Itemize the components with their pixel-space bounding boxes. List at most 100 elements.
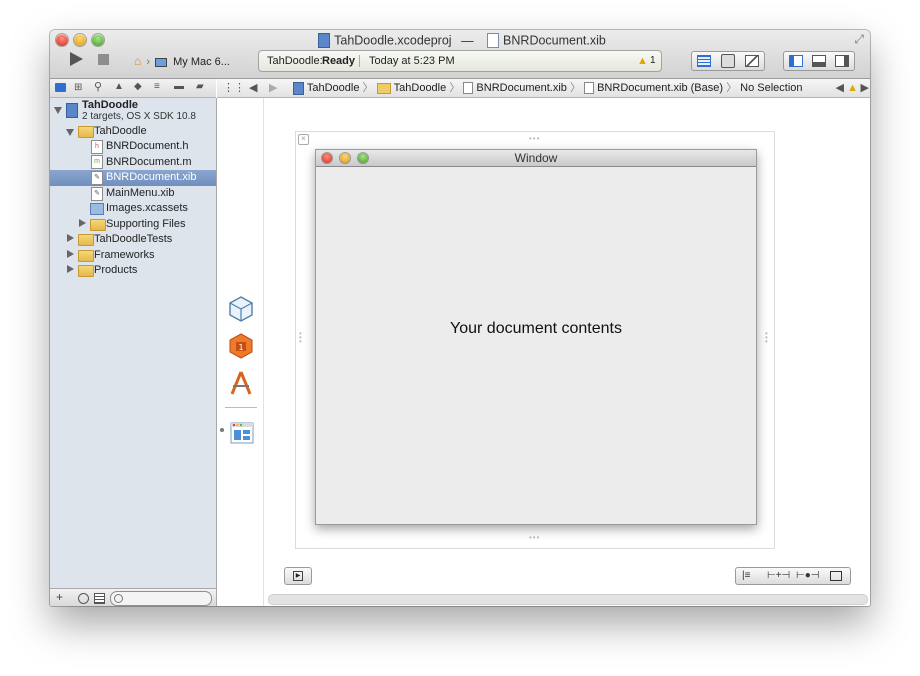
nav-item-file[interactable]: Images.xcassets xyxy=(106,201,188,216)
back-arrow-icon[interactable]: ◀ xyxy=(249,79,257,97)
document-contents-label[interactable]: Your document contents xyxy=(316,320,756,338)
breadcrumb-localization[interactable]: BNRDocument.xib (Base) xyxy=(597,82,723,94)
breadcrumb-selection[interactable]: No Selection xyxy=(740,82,802,94)
minimize-button xyxy=(340,153,350,163)
breadcrumb-group[interactable]: TahDoodle xyxy=(394,82,447,94)
forward-arrow-icon[interactable]: ▶ xyxy=(269,79,277,97)
title-separator: — xyxy=(461,33,474,48)
related-items-icon[interactable]: ⋮⋮ xyxy=(223,79,245,97)
add-file-button[interactable]: + xyxy=(56,590,63,604)
disclosure-triangle-icon[interactable] xyxy=(67,234,74,242)
chevron-right-icon: 〉 xyxy=(569,82,581,94)
project-file-title: TahDoodle.xcodeproj xyxy=(334,33,452,48)
document-outline-dock: 1 xyxy=(217,98,264,606)
resolve-issues-icon[interactable]: ⊢●⊣ xyxy=(796,570,819,581)
recent-files-icon[interactable] xyxy=(78,593,89,604)
version-editor-icon[interactable] xyxy=(745,55,759,67)
app-target-icon: ⌂ xyxy=(134,54,142,68)
nav-item-group[interactable]: TahDoodle xyxy=(94,124,147,139)
run-button[interactable] xyxy=(70,52,83,66)
xib-file-icon xyxy=(584,82,595,95)
scheme-destination: My Mac 6... xyxy=(173,56,230,68)
toolbar: TahDoodle.xcodeproj — BNRDocument.xib ⤢ … xyxy=(50,30,870,79)
previous-issue-icon[interactable]: ◀ xyxy=(836,79,844,97)
navigator-filter-bar: + xyxy=(50,588,217,606)
scheme-popup[interactable]: ⌂ › My Mac 6... xyxy=(134,53,230,69)
autolayout-controls: |≡ ⊢+⊣ ⊢●⊣ xyxy=(735,567,851,585)
nav-item-file[interactable]: BNRDocument.m xyxy=(106,155,192,170)
warning-icon[interactable]: ▲ xyxy=(847,79,858,97)
xcodeproj-icon xyxy=(318,33,331,49)
placeholder-files-owner-icon[interactable] xyxy=(229,296,253,322)
breadcrumb-project[interactable]: TahDoodle xyxy=(307,82,360,94)
first-responder-icon[interactable]: 1 xyxy=(229,333,253,359)
resize-handle-right[interactable]: • • • xyxy=(765,330,768,346)
resizing-behavior-icon[interactable] xyxy=(830,571,842,581)
expand-indicator-icon[interactable] xyxy=(220,428,224,432)
svg-text:1: 1 xyxy=(238,343,243,352)
utilities-toggle-icon[interactable] xyxy=(835,55,849,67)
open-file-title: BNRDocument.xib xyxy=(503,33,606,48)
test-navigator-icon[interactable]: ◆ xyxy=(134,81,142,92)
nav-item-group[interactable]: Products xyxy=(94,263,137,278)
resize-handle-top[interactable]: ••• xyxy=(529,134,540,143)
resize-handle-bottom[interactable]: ••• xyxy=(529,533,540,542)
assistant-editor-icon[interactable] xyxy=(721,54,735,68)
next-issue-icon[interactable]: ▶ xyxy=(861,79,869,97)
warning-icon[interactable]: ▲ xyxy=(637,51,648,71)
breakpoint-navigator-icon[interactable]: ▬ xyxy=(174,81,184,92)
align-icon[interactable]: |≡ xyxy=(742,570,750,581)
disclosure-triangle-icon[interactable] xyxy=(67,250,74,258)
preview-window-titlebar: Window xyxy=(316,150,756,167)
navigator-toggle-icon[interactable] xyxy=(789,55,803,67)
standard-editor-icon[interactable] xyxy=(697,55,711,67)
resize-handle-left[interactable]: • • • xyxy=(299,330,302,346)
nav-item-group[interactable]: TahDoodleTests xyxy=(94,232,172,247)
nav-item-file-selected[interactable]: BNRDocument.xib xyxy=(106,170,196,185)
disclosure-triangle-icon[interactable] xyxy=(79,219,86,227)
debug-navigator-icon[interactable]: ≡ xyxy=(154,81,160,92)
issue-navigator-icon[interactable]: ▲ xyxy=(114,81,124,92)
log-navigator-icon[interactable]: ▰ xyxy=(196,81,204,92)
close-icon[interactable]: × xyxy=(298,134,309,145)
zoom-button xyxy=(358,153,368,163)
breadcrumb-file[interactable]: BNRDocument.xib xyxy=(476,82,566,94)
fullscreen-icon[interactable]: ⤢ xyxy=(854,32,864,47)
folder-icon xyxy=(376,82,391,94)
activity-viewer: TahDoodle: Ready Today at 5:23 PM ▲ 1 xyxy=(258,50,662,72)
scm-status-icon[interactable] xyxy=(94,593,105,604)
nav-item-file[interactable]: MainMenu.xib xyxy=(106,186,174,201)
chevron-right-icon: 〉 xyxy=(362,82,374,94)
window-object-icon[interactable] xyxy=(230,422,254,444)
disclosure-triangle-icon[interactable] xyxy=(54,107,62,114)
nav-item-group[interactable]: Supporting Files xyxy=(106,217,186,232)
nav-item-file[interactable]: BNRDocument.h xyxy=(106,139,189,154)
symbol-navigator-icon[interactable]: ⊞ xyxy=(74,82,82,93)
chevron-right-icon: 〉 xyxy=(449,82,461,94)
chevron-right-icon: 〉 xyxy=(726,82,738,94)
pin-icon[interactable]: ⊢+⊣ xyxy=(767,570,790,581)
document-window-preview[interactable]: Window Your document contents xyxy=(315,149,757,525)
mac-destination-icon xyxy=(155,57,168,67)
document-outline-toggle[interactable]: ▶ xyxy=(284,567,312,585)
status-divider xyxy=(359,55,360,67)
close-button xyxy=(322,153,332,163)
application-icon[interactable] xyxy=(228,370,254,396)
disclosure-triangle-icon[interactable] xyxy=(67,265,74,273)
navigator-filter-field[interactable] xyxy=(110,591,212,606)
xcodeproj-icon xyxy=(66,103,78,118)
folder-icon xyxy=(78,265,94,277)
chevron-right-icon: › xyxy=(146,56,150,68)
navigator-selector-bar: ⊞ ⚲ ▲ ◆ ≡ ▬ ▰ xyxy=(50,79,216,98)
implementation-file-icon: m xyxy=(91,155,103,169)
stop-button[interactable] xyxy=(98,54,109,65)
horizontal-scrollbar[interactable] xyxy=(268,594,868,605)
project-navigator-icon[interactable] xyxy=(55,83,66,92)
debug-area-toggle-icon[interactable] xyxy=(812,55,826,67)
disclosure-triangle-icon[interactable] xyxy=(66,129,74,136)
search-navigator-icon[interactable]: ⚲ xyxy=(94,80,102,93)
xib-file-icon xyxy=(463,82,474,95)
folder-icon xyxy=(90,219,106,231)
nav-item-group[interactable]: Frameworks xyxy=(94,248,155,263)
warning-count[interactable]: 1 xyxy=(650,51,656,71)
